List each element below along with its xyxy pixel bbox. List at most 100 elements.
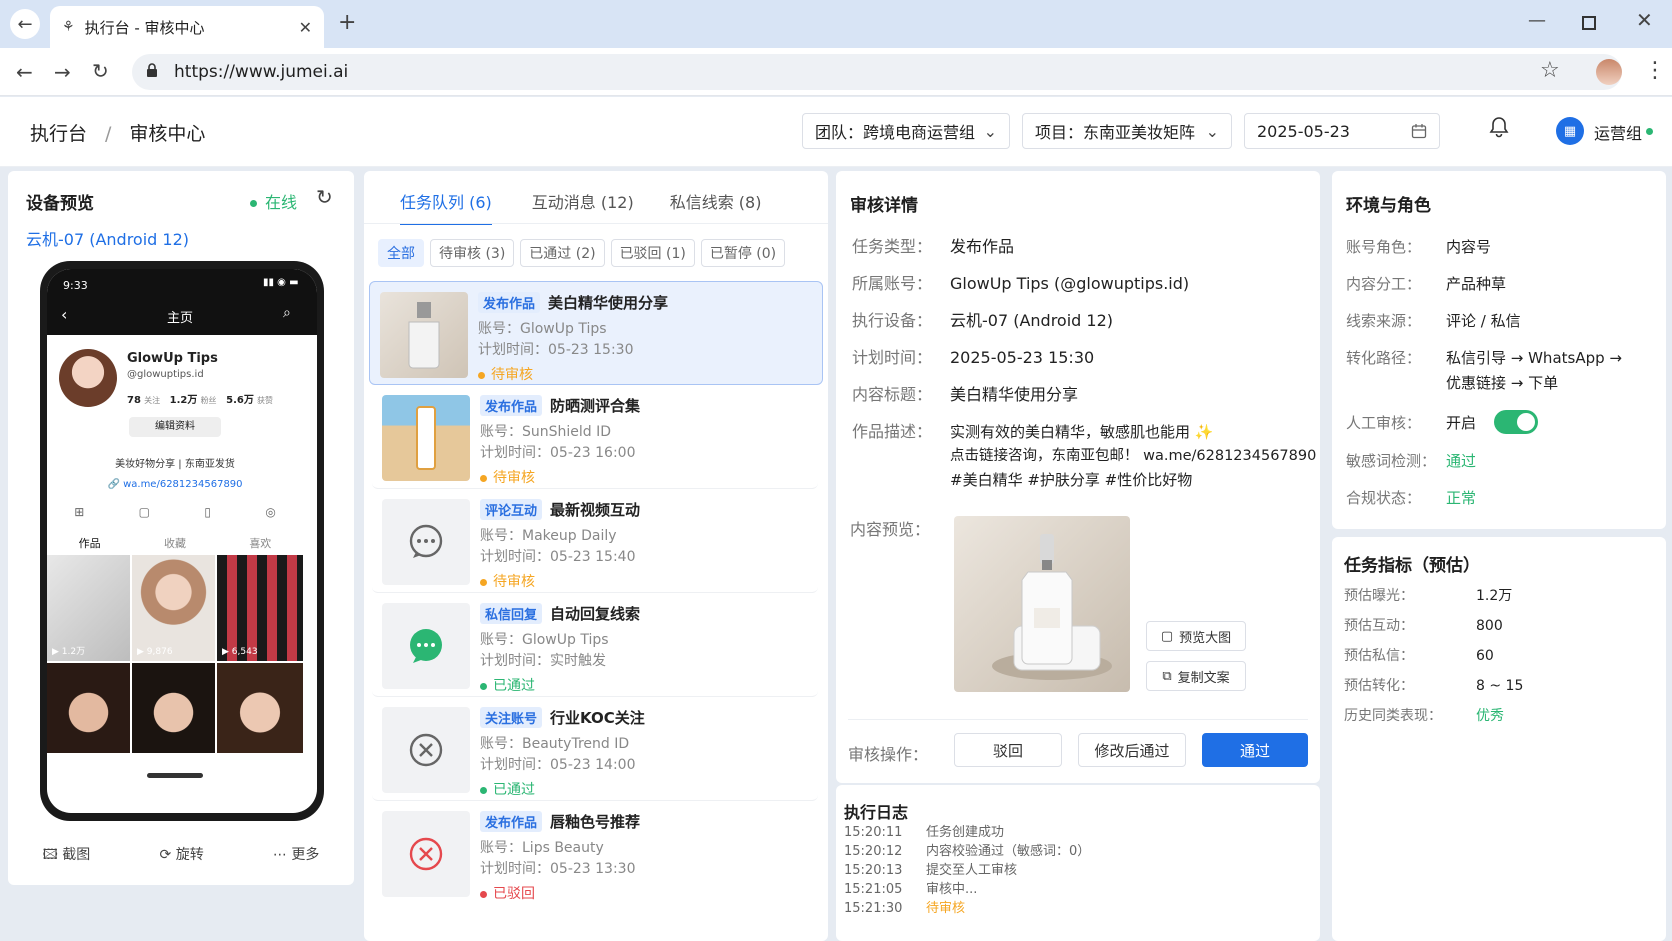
project-select[interactable]: 项目：东南亚美妆矩阵 ⌄ (1022, 113, 1232, 149)
url-field[interactable]: https://www.jumei.ai (132, 54, 1622, 90)
task-status: 已通过 (480, 779, 535, 799)
task-card[interactable]: 私信回复 自动回复线索 账号：GlowUp Tips 计划时间：实时触发 已通过 (372, 593, 818, 697)
sensitive-check-row: 敏感词检测： 通过 (1346, 450, 1476, 471)
phone-profile-avatar (59, 349, 117, 407)
back-icon[interactable]: ← (10, 9, 40, 39)
phone-profile-name: GlowUp Tips (127, 351, 218, 366)
browser-titlebar: ← ⚘ 执行台 - 审核中心 ✕ + — ✕ (0, 0, 1672, 48)
task-type-tag: 发布作品 (480, 811, 543, 832)
env-value: 产品种草 (1446, 275, 1507, 293)
tab-leads[interactable]: 私信线索 (8) (670, 189, 762, 225)
task-title: 行业KOC关注 (550, 709, 645, 727)
metric-row: 预估曝光： 1.2万 (1344, 585, 1512, 605)
play-count: ▶ 1.2万 (52, 647, 86, 657)
task-card[interactable]: 发布作品 美白精华使用分享 账号：GlowUp Tips 计划时间：05-23 1… (369, 281, 823, 385)
phone-back-icon: ‹ (61, 305, 68, 324)
rotate-button[interactable]: ⟳ 旋转 (160, 844, 204, 868)
profile-avatar[interactable] (1596, 59, 1622, 85)
task-title-row: 评论互动 最新视频互动 (480, 499, 640, 520)
reload-icon[interactable]: ↻ (92, 59, 109, 83)
screenshot-button[interactable]: 🖾 截图 (43, 844, 91, 868)
env-key: 账号角色： (1346, 238, 1422, 256)
phone-stats: 78 关注 1.2万 粉丝 5.6万 获赞 (127, 391, 273, 406)
filter-approved[interactable]: 已通过 (2) (520, 239, 605, 267)
detail-desc-label: 作品描述： (852, 418, 932, 442)
more-button[interactable]: ⋯ 更多 (273, 844, 319, 868)
new-tab-icon[interactable]: + (338, 10, 356, 35)
phone-edit-button: 编辑资料 (129, 417, 221, 437)
task-thumbnail (382, 811, 470, 897)
tab-task-queue[interactable]: 任务队列 (6) (400, 189, 492, 225)
task-status: 已驳回 (480, 883, 535, 903)
task-thumbnail (382, 499, 470, 585)
device-name-link[interactable]: 云机-07 (Android 12) (26, 226, 189, 250)
task-status: 待审核 (480, 571, 535, 591)
browser-menu-icon[interactable]: ⋮ (1644, 58, 1666, 83)
play-count: ▶ 9,876 (137, 647, 173, 657)
reject-button[interactable]: 驳回 (954, 733, 1062, 767)
bell-icon[interactable] (1488, 115, 1510, 139)
env-key: 敏感词检测： (1346, 452, 1437, 470)
phone-tab-fav: 收藏 (163, 537, 186, 550)
minimize-icon[interactable]: — (1528, 10, 1546, 31)
content-preview-image[interactable] (954, 516, 1130, 692)
task-thumbnail (380, 292, 468, 378)
user-avatar[interactable]: ▦ (1556, 117, 1584, 145)
detail-row: 计划时间： 2025-05-23 15:30 (852, 344, 1094, 368)
detail-key: 执行设备： (852, 311, 933, 330)
date-picker[interactable]: 2025-05-23 (1244, 113, 1440, 149)
environment-panel: 环境与角色 账号角色： 内容号 内容分工： 产品种草 线索来源： 评论 / 私信 转化… (1332, 171, 1666, 529)
phone-home-bar (147, 773, 203, 778)
approve-button[interactable]: 通过 (1202, 733, 1308, 767)
task-card[interactable]: 评论互动 最新视频互动 账号：Makeup Daily 计划时间：05-23 15… (372, 489, 818, 593)
detail-row: 内容标题： 美白精华使用分享 (852, 381, 1078, 405)
close-window-icon[interactable]: ✕ (1636, 8, 1653, 32)
serum-bottle-image (992, 534, 1112, 680)
task-card[interactable]: 发布作品 唇釉色号推荐 账号：Lips Beauty 计划时间：05-23 13:… (372, 801, 818, 905)
preview-large-button[interactable]: ▢ 预览大图 (1146, 621, 1246, 651)
filter-all[interactable]: 全部 (378, 239, 424, 267)
manual-review-row: 人工审核： 开启 (1346, 412, 1476, 433)
detail-key: 计划时间： (852, 348, 933, 367)
task-time: 计划时间：05-23 15:30 (478, 342, 634, 358)
nav-back-icon[interactable]: ← (16, 60, 33, 84)
tab-interactions[interactable]: 互动消息 (12) (532, 189, 634, 225)
breadcrumb-root[interactable]: 执行台 (30, 123, 87, 145)
log-list: 15:20:11 任务创建成功 15:20:12 内容校验通过（敏感词：0） 15:… (844, 823, 1090, 918)
task-status-text: 待审核 (493, 470, 535, 486)
modify-approve-button[interactable]: 修改后通过 (1078, 733, 1186, 767)
maximize-icon[interactable] (1582, 16, 1596, 30)
follow-icon (409, 733, 443, 767)
user-name[interactable]: 运营组 (1594, 120, 1642, 144)
image-icon: 🖾 (42, 847, 58, 863)
detail-description: 实测有效的美白精华，敏感肌也能用 ✨ 点击链接咨询，东南亚包邮！ wa.me/6… (950, 420, 1316, 492)
bookmark-star-icon[interactable]: ☆ (1540, 58, 1560, 83)
copy-text-button[interactable]: ⧉ 复制文案 (1146, 661, 1246, 691)
task-account: 账号：GlowUp Tips (478, 321, 607, 337)
close-tab-icon[interactable]: ✕ (299, 18, 312, 37)
url-text: https://www.jumei.ai (174, 62, 349, 82)
task-card[interactable]: 发布作品 防晒测评合集 账号：SunShield ID 计划时间：05-23 16… (372, 385, 818, 489)
filter-pending[interactable]: 待审核 (3) (430, 239, 515, 267)
task-time: 计划时间：05-23 13:30 (480, 861, 636, 877)
refresh-icon[interactable]: ↻ (316, 185, 333, 209)
env-title: 环境与角色 (1346, 196, 1431, 216)
filter-paused[interactable]: 已暂停 (0) (700, 239, 786, 267)
browser-tab[interactable]: ⚘ 执行台 - 审核中心 ✕ (50, 6, 324, 48)
env-key: 转化路径： (1346, 349, 1422, 367)
manual-review-toggle[interactable] (1494, 410, 1538, 434)
tab-favicon-icon: ⚘ (62, 19, 75, 35)
nav-forward-icon[interactable]: → (54, 60, 71, 84)
detail-title: 审核详情 (850, 196, 918, 216)
filter-rejected[interactable]: 已驳回 (1) (610, 239, 695, 267)
preview-large-label: 预览大图 (1179, 630, 1232, 646)
metric-value: 800 (1476, 618, 1503, 634)
team-select[interactable]: 团队：跨境电商运营组 ⌄ (802, 113, 1010, 149)
rotate-icon: ⟳ (159, 847, 172, 863)
env-key: 内容分工： (1346, 275, 1422, 293)
env-value: 开启 (1446, 414, 1477, 432)
detail-value: 2025-05-23 15:30 (950, 348, 1095, 367)
metrics-title: 任务指标（预估） (1344, 556, 1480, 576)
task-card[interactable]: 关注账号 行业KOC关注 账号：BeautyTrend ID 计划时间：05-23… (372, 697, 818, 801)
metric-key: 预估私信： (1344, 648, 1414, 664)
